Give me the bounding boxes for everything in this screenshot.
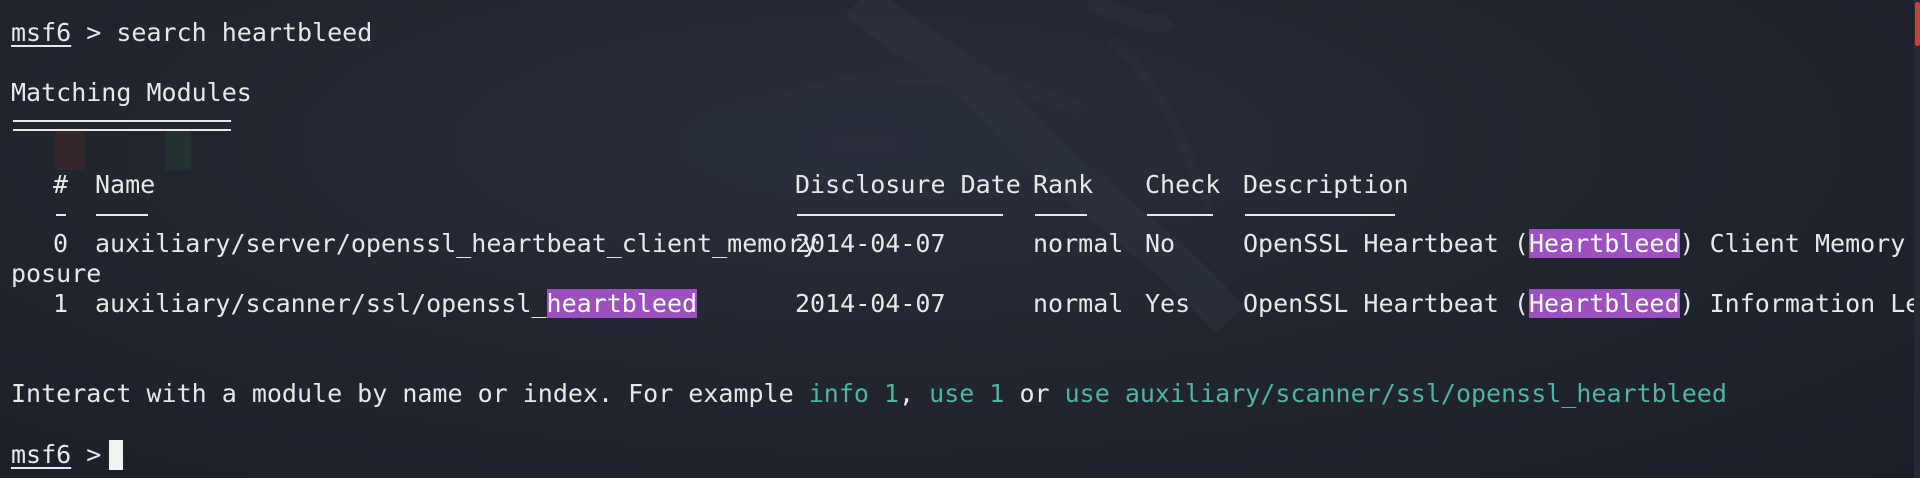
search-highlight: heartbleed bbox=[546, 289, 698, 318]
underline-date bbox=[797, 214, 1003, 216]
row-num: 1 bbox=[53, 289, 69, 318]
row-date: 2014-04-07 bbox=[795, 229, 946, 258]
module-name-prefix: auxiliary/scanner/ssl/openssl_ bbox=[95, 289, 547, 318]
row-check: No bbox=[1145, 229, 1176, 258]
desc-suffix: ) Client Memory Ex bbox=[1679, 229, 1906, 258]
prompt-symbol: > bbox=[71, 18, 117, 47]
scrollbar-thumb[interactable] bbox=[1915, 2, 1920, 46]
hint-separator: or bbox=[1004, 379, 1065, 408]
command-line: msf6 > search heartbleed bbox=[11, 18, 372, 48]
hint-text: Interact with a module by name or index.… bbox=[11, 379, 809, 408]
usage-hint: Interact with a module by name or index.… bbox=[11, 379, 1727, 409]
row-rank: normal bbox=[1033, 229, 1124, 258]
row-rank: normal bbox=[1033, 289, 1124, 318]
header-date: Disclosure Date bbox=[795, 170, 1021, 199]
desc-prefix: OpenSSL Heartbeat ( bbox=[1243, 289, 1529, 318]
search-highlight: Heartbleed bbox=[1528, 229, 1680, 258]
underline-check bbox=[1147, 214, 1213, 216]
header-name: Name bbox=[95, 170, 156, 199]
header-check: Check bbox=[1145, 170, 1221, 199]
row-check: Yes bbox=[1145, 289, 1191, 318]
underline-rank bbox=[1035, 214, 1087, 216]
underline-description bbox=[1245, 214, 1395, 216]
underline-name bbox=[96, 214, 148, 216]
row-description: OpenSSL Heartbeat (Heartbleed) Client Me… bbox=[1243, 229, 1920, 259]
hint-example-use-index: use 1 bbox=[929, 379, 1005, 408]
desc-suffix: ) Information Leak bbox=[1679, 289, 1920, 318]
command-text: search heartbleed bbox=[116, 18, 373, 47]
row-description: OpenSSL Heartbeat (Heartbleed) Informati… bbox=[1243, 289, 1920, 319]
input-prompt-line[interactable]: msf6 > bbox=[11, 440, 116, 470]
hint-separator: , bbox=[899, 379, 930, 408]
prompt-name: msf6 bbox=[11, 18, 72, 47]
prompt-name: msf6 bbox=[11, 440, 72, 469]
row-module-name: auxiliary/scanner/ssl/openssl_heartbleed bbox=[95, 289, 698, 319]
section-title: Matching Modules bbox=[11, 78, 252, 107]
header-description: Description bbox=[1243, 170, 1409, 199]
search-highlight: Heartbleed bbox=[1528, 289, 1680, 318]
underline-num bbox=[56, 214, 66, 216]
row-module-name: auxiliary/server/openssl_heartbeat_clien… bbox=[95, 229, 818, 258]
header-rank: Rank bbox=[1033, 170, 1094, 199]
desc-prefix: OpenSSL Heartbeat ( bbox=[1243, 229, 1529, 258]
header-num: # bbox=[53, 170, 69, 199]
row-description-wrap: posure bbox=[11, 259, 102, 288]
text-cursor[interactable] bbox=[109, 440, 123, 470]
row-num: 0 bbox=[53, 229, 69, 258]
hint-example-info: info 1 bbox=[808, 379, 900, 408]
terminal-window[interactable]: msf6 > search heartbleed Matching Module… bbox=[0, 0, 1920, 478]
scrollbar[interactable] bbox=[1914, 0, 1920, 478]
hint-example-use-name: use auxiliary/scanner/ssl/openssl_heartb… bbox=[1064, 379, 1727, 408]
section-title-underline bbox=[13, 120, 231, 131]
row-date: 2014-04-07 bbox=[795, 289, 946, 318]
